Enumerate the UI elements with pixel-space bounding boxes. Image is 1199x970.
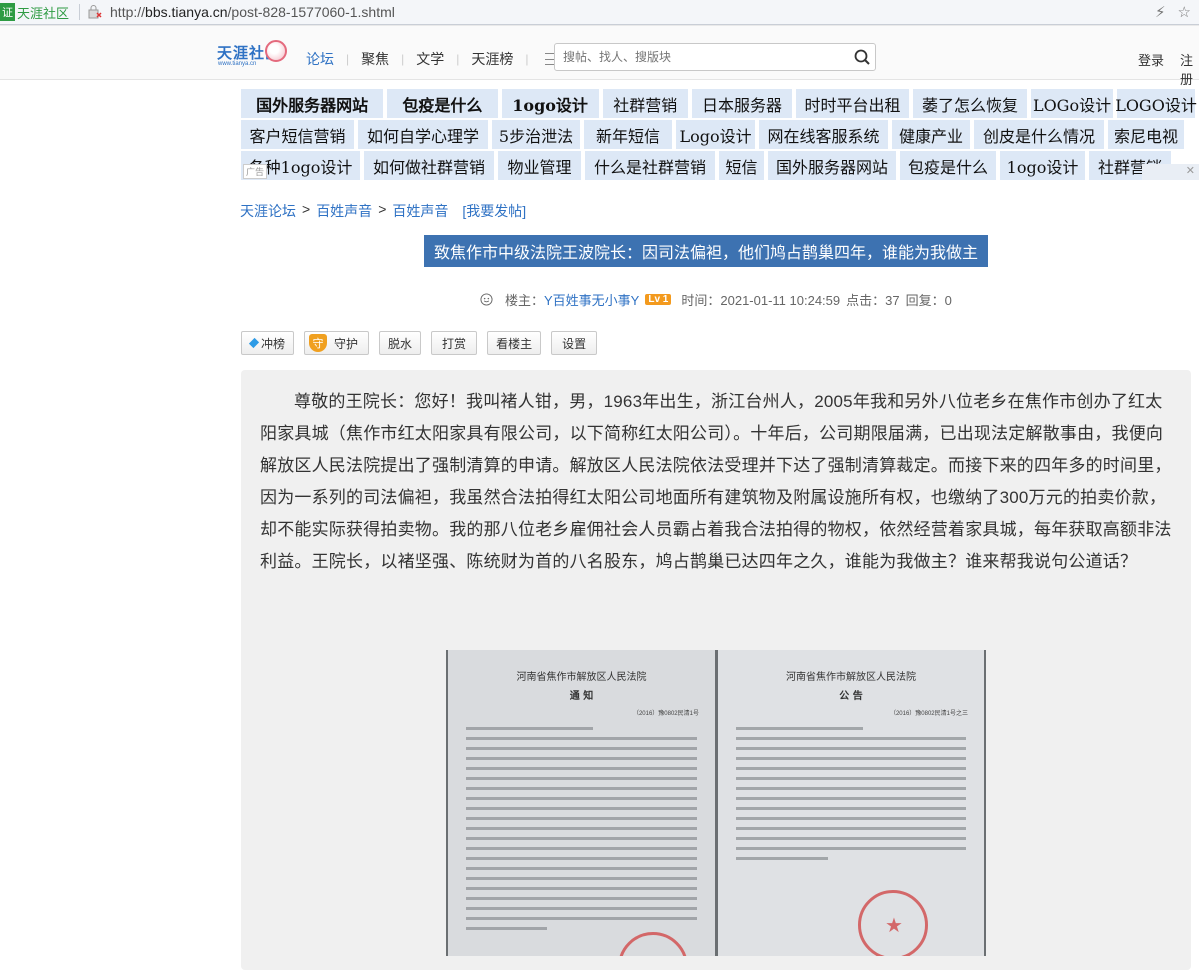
ad-link[interactable]: 日本服务器 bbox=[692, 89, 793, 118]
post-actions: 冲榜 守 守护 脱水 打赏 看楼主 设置 bbox=[241, 331, 598, 355]
nav-literature[interactable]: 文学 bbox=[416, 49, 444, 69]
star-icon[interactable]: ☆ bbox=[1178, 3, 1191, 21]
ad-link[interactable]: 国外服务器网站 bbox=[768, 151, 896, 180]
doc-title: 通 知 bbox=[569, 691, 594, 702]
url-prefix: http:// bbox=[110, 4, 146, 20]
ad-link[interactable]: LOGO设计 bbox=[1115, 89, 1197, 118]
post-time: 时间：2021-01-11 10:24:59 bbox=[681, 293, 841, 308]
click-count: 点击：37 bbox=[846, 293, 900, 308]
ad-link[interactable]: 物业管理 bbox=[498, 151, 581, 180]
court-documents-photo[interactable]: 河南省焦作市解放区人民法院 通 知 （2016）豫0802民清1号 河南省焦作市… bbox=[446, 650, 986, 956]
ad-tag: 广告 bbox=[243, 164, 268, 179]
court-seal bbox=[618, 932, 688, 956]
ad-row: 客户短信营销 如何自学心理学 5步治泄法 新年短信 Logo设计 网在线客服系统… bbox=[241, 120, 1199, 151]
search-box bbox=[554, 43, 876, 71]
ad-link[interactable]: 客户短信营销 bbox=[241, 120, 354, 149]
court-announcement-document: 河南省焦作市解放区人民法院 公 告 （2016）豫0802民清1号之三 bbox=[718, 650, 984, 956]
insecure-lock-icon[interactable] bbox=[88, 5, 102, 19]
tianya-logo[interactable]: 天涯社区 www.tianya.cn bbox=[217, 40, 287, 72]
ad-link[interactable]: 如何自学心理学 bbox=[358, 120, 488, 149]
url-host: bbs.tianya.cn bbox=[145, 4, 228, 20]
reply-count: 回复：0 bbox=[905, 293, 952, 308]
doc-number: （2016）豫0802民清1号 bbox=[632, 711, 699, 717]
lightning-icon[interactable]: ⚡ bbox=[1155, 3, 1166, 21]
ad-row: 各种1ogo设计 如何做社群营销 物业管理 什么是社群营销 短信 国外服务器网站… bbox=[241, 151, 1199, 182]
tip-button[interactable]: 打赏 bbox=[431, 331, 478, 355]
breadcrumb-home[interactable]: 天涯论坛 bbox=[240, 201, 296, 221]
settings-button[interactable]: 设置 bbox=[551, 331, 598, 355]
doc-title: 公 告 bbox=[839, 691, 863, 702]
ad-link[interactable]: 萎了怎么恢复 bbox=[913, 89, 1028, 118]
post-meta: 楼主： Y百姓事无小事Y Lv 1 时间：2021-01-11 10:24:59… bbox=[480, 290, 952, 309]
top-nav: 论坛 | 聚焦 | 文学 | 天涯榜 | bbox=[306, 49, 559, 69]
ad-link[interactable]: 新年短信 bbox=[584, 120, 672, 149]
ad-link[interactable]: 5步治泄法 bbox=[492, 120, 580, 149]
author-link[interactable]: Y百姓事无小事Y bbox=[544, 290, 639, 309]
doc-text-lines bbox=[736, 727, 966, 860]
ad-link[interactable]: 如何做社群营销 bbox=[364, 151, 494, 180]
author-only-button[interactable]: 看楼主 bbox=[487, 331, 542, 355]
ad-link[interactable]: 1ogo设计 bbox=[501, 89, 599, 118]
search-icon[interactable] bbox=[854, 49, 870, 65]
doc-court-name: 河南省焦作市解放区人民法院 bbox=[516, 672, 647, 683]
ad-link[interactable]: 健康产业 bbox=[892, 120, 970, 149]
author-label: 楼主： bbox=[505, 293, 545, 308]
search-input[interactable] bbox=[555, 44, 835, 70]
breadcrumb: 天涯论坛 > 百姓声音 > 百姓声音 [我要发帖] bbox=[240, 201, 526, 221]
shield-icon: 守 bbox=[309, 334, 328, 352]
ad-link[interactable]: 国外服务器网站 bbox=[241, 89, 384, 118]
ad-link[interactable]: 社群营销 bbox=[602, 89, 689, 118]
breadcrumb-separator: > bbox=[302, 201, 311, 217]
court-notice-document: 河南省焦作市解放区人民法院 通 知 （2016）豫0802民清1号 bbox=[448, 650, 715, 956]
divider bbox=[79, 4, 81, 20]
court-seal bbox=[858, 890, 928, 956]
post-content: 尊敬的王院长：您好！我叫褚人钳，男，1963年出生，浙江台州人，2005年我和另… bbox=[260, 392, 1172, 571]
logo-subtext: www.tianya.cn bbox=[218, 61, 257, 67]
dehydrate-button[interactable]: 脱水 bbox=[379, 331, 422, 355]
ad-link[interactable]: 包疫是什么 bbox=[900, 151, 996, 180]
ad-link[interactable]: 网在线客服系统 bbox=[759, 120, 888, 149]
register-link[interactable]: 注册 bbox=[1180, 50, 1199, 88]
ad-link[interactable]: 创皮是什么情况 bbox=[974, 120, 1104, 149]
breadcrumb-subboard[interactable]: 百姓声音 bbox=[392, 201, 448, 221]
ad-link[interactable]: LOGo设计 bbox=[1031, 89, 1114, 118]
ad-link[interactable]: 短信 bbox=[719, 151, 764, 180]
certificate-label: 天涯社区 bbox=[17, 5, 70, 21]
ad-link[interactable]: 索尼电视 bbox=[1108, 120, 1184, 149]
url-field[interactable]: http://bbs.tianya.cn/post-828-1577060-1.… bbox=[110, 4, 395, 20]
ad-close-icon[interactable]: ✕ bbox=[1142, 164, 1199, 180]
login-link[interactable]: 登录 bbox=[1138, 50, 1164, 69]
url-path: /post-828-1577060-1.shtml bbox=[227, 4, 395, 20]
site-header: 天涯社区 www.tianya.cn 论坛 | 聚焦 | 文学 | 天涯榜 | … bbox=[0, 25, 1199, 87]
diamond-icon bbox=[248, 337, 260, 349]
level-badge: Lv 1 bbox=[645, 294, 672, 305]
ad-link[interactable]: 时时平台出租 bbox=[796, 89, 910, 118]
ad-link[interactable]: 包疫是什么 bbox=[387, 89, 498, 118]
browser-address-bar: 证 天涯社区 http://bbs.tianya.cn/post-828-157… bbox=[0, 0, 1199, 25]
doc-text-lines bbox=[466, 727, 697, 930]
doc-number: （2016）豫0802民清1号之三 bbox=[889, 711, 968, 717]
smile-icon bbox=[480, 293, 493, 306]
ad-link-grid: 国外服务器网站 包疫是什么 1ogo设计 社群营销 日本服务器 时时平台出租 萎… bbox=[241, 89, 1199, 182]
nav-ranking[interactable]: 天涯榜 bbox=[471, 49, 513, 69]
ad-link[interactable]: 什么是社群营销 bbox=[585, 151, 715, 180]
site-certificate[interactable]: 证 天涯社区 bbox=[0, 0, 75, 25]
ad-row: 国外服务器网站 包疫是什么 1ogo设计 社群营销 日本服务器 时时平台出租 萎… bbox=[241, 89, 1199, 120]
ad-link[interactable]: 1ogo设计 bbox=[1000, 151, 1085, 180]
new-post-link[interactable]: [我要发帖] bbox=[462, 201, 526, 221]
breadcrumb-board[interactable]: 百姓声音 bbox=[316, 201, 372, 221]
ad-link[interactable]: Logo设计 bbox=[676, 120, 755, 149]
nav-forum[interactable]: 论坛 bbox=[306, 49, 334, 69]
nav-focus[interactable]: 聚焦 bbox=[361, 49, 389, 69]
post-title: 致焦作市中级法院王波院长：因司法偏袒，他们鸠占鹊巢四年，谁能为我做主 bbox=[424, 235, 988, 267]
rank-button[interactable]: 冲榜 bbox=[241, 331, 295, 355]
rank-button-label: 冲榜 bbox=[261, 336, 286, 351]
doc-court-name: 河南省焦作市解放区人民法院 bbox=[786, 672, 916, 683]
breadcrumb-separator: > bbox=[378, 201, 387, 217]
logo-globe-icon bbox=[265, 40, 287, 62]
certificate-badge: 证 bbox=[0, 3, 15, 21]
guard-button[interactable]: 守 守护 bbox=[304, 331, 370, 355]
guard-button-label: 守护 bbox=[334, 336, 359, 351]
